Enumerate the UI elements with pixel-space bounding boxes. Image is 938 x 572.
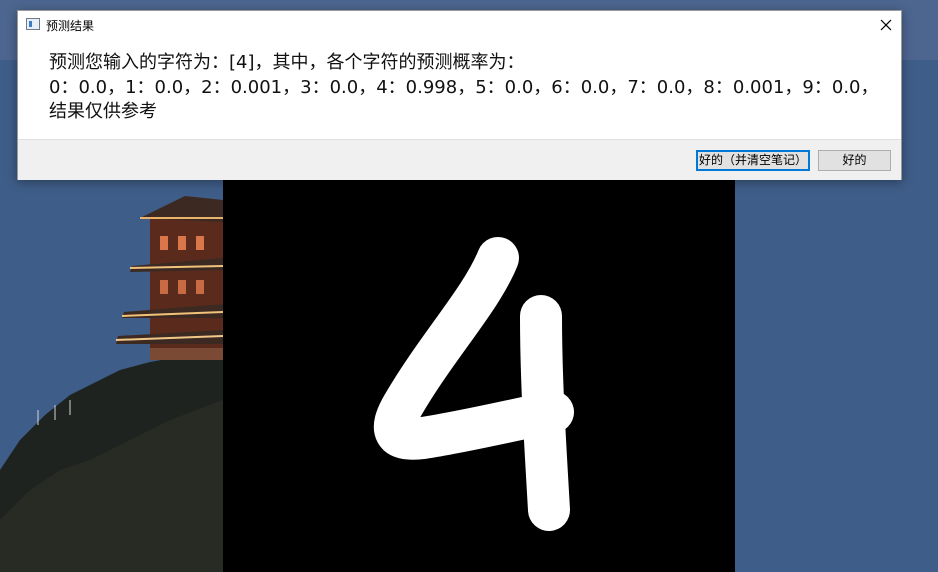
dialog-titlebar[interactable]: 预测结果 xyxy=(18,11,901,39)
message-line-probabilities: 0：0.0，1：0.0，2：0.001，3：0.0，4：0.998，5：0.0，… xyxy=(49,76,879,98)
app-window-icon xyxy=(26,18,40,30)
handwritten-digit-drawing xyxy=(373,237,574,531)
ok-button[interactable]: 好的 xyxy=(818,150,891,171)
drawing-canvas[interactable] xyxy=(223,180,735,572)
close-button[interactable] xyxy=(871,11,901,39)
prediction-result-dialog: 预测结果 预测您输入的字符为：[4]，其中，各个字符的预测概率为： 0：0.0，… xyxy=(17,10,902,180)
dialog-title: 预测结果 xyxy=(46,19,95,33)
close-icon xyxy=(880,19,892,31)
dialog-message: 预测您输入的字符为：[4]，其中，各个字符的预测概率为： 0：0.0，1：0.0… xyxy=(49,51,889,125)
dialog-button-bar: 好的（并清空笔记） 好的 xyxy=(18,139,901,180)
message-line-prediction: 预测您输入的字符为：[4]，其中，各个字符的预测概率为： xyxy=(49,52,525,73)
ok-and-clear-button[interactable]: 好的（并清空笔记） xyxy=(696,150,810,171)
message-line-disclaimer: 结果仅供参考 xyxy=(49,101,157,122)
